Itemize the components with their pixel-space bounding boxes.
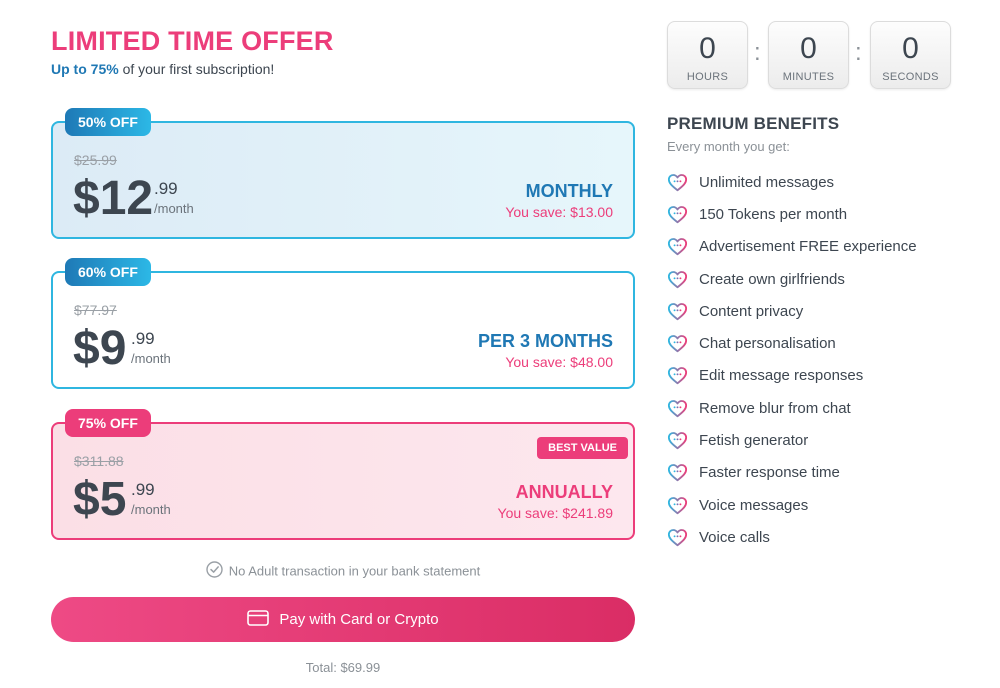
benefit-label: Advertisement FREE experience <box>699 238 917 256</box>
timer-hours: 0 HOURS <box>667 21 748 89</box>
plan-period: MONTHLY <box>525 181 613 201</box>
timer-minutes-value: 0 <box>800 32 817 65</box>
heart-chat-icon <box>667 399 688 418</box>
offer-title: LIMITED TIME OFFER <box>51 26 334 56</box>
price-cents: .99 <box>154 179 178 198</box>
benefit-item: Chat personalisation <box>667 327 987 359</box>
plan-savings: You save: $241.89 <box>497 505 613 521</box>
benefit-item: Edit message responses <box>667 360 987 392</box>
timer-minutes: 0 MINUTES <box>768 21 849 89</box>
benefit-label: Voice messages <box>699 496 809 514</box>
pay-button-label: Pay with Card or Crypto <box>279 611 439 628</box>
offer-subtitle: Up to 75% of your first subscription! <box>51 61 274 77</box>
plan-savings: You save: $48.00 <box>505 354 613 370</box>
timer-seconds-value: 0 <box>902 32 919 65</box>
check-circle-icon <box>206 561 223 581</box>
benefit-item: Advertisement FREE experience <box>667 231 987 263</box>
benefit-label: 150 Tokens per month <box>699 205 848 223</box>
benefit-label: Voice calls <box>699 528 770 546</box>
price-whole: $12 <box>73 172 154 225</box>
heart-chat-icon <box>667 431 688 450</box>
timer-minutes-label: MINUTES <box>782 71 835 83</box>
countdown-timer: 0 HOURS : 0 MINUTES : 0 SECONDS <box>667 21 951 89</box>
benefit-item: Faster response time <box>667 457 987 489</box>
offer-subtitle-highlight: Up to 75% <box>51 61 119 77</box>
price-per: /month <box>131 351 171 366</box>
best-value-badge: BEST VALUE <box>537 437 628 459</box>
benefits-subtitle: Every month you get: <box>667 139 790 154</box>
discount-badge: 50% OFF <box>65 108 151 136</box>
plan-savings: You save: $13.00 <box>505 204 613 220</box>
benefit-item: Create own girlfriends <box>667 263 987 295</box>
timer-hours-label: HOURS <box>686 71 729 83</box>
price-whole: $5 <box>73 473 127 526</box>
heart-chat-icon <box>667 237 688 256</box>
old-price: $77.97 <box>74 302 117 318</box>
order-total: Total: $69.99 <box>305 660 381 675</box>
benefit-label: Unlimited messages <box>699 173 835 191</box>
plan-period: PER 3 MONTHS <box>477 331 613 351</box>
timer-separator: : <box>754 39 761 66</box>
discount-badge: 75% OFF <box>65 409 151 437</box>
heart-chat-icon <box>667 205 688 224</box>
price-cents: .99 <box>131 329 155 348</box>
plan-period: ANNUALLY <box>515 482 613 502</box>
privacy-notice: No Adult transaction in your bank statem… <box>51 561 635 581</box>
timer-separator: : <box>855 39 862 66</box>
plan-card-3-months[interactable]: 60% OFF $77.97 $9 .99 /month PER 3 MONTH… <box>51 258 635 389</box>
heart-chat-icon <box>667 334 688 353</box>
timer-hours-value: 0 <box>699 32 716 65</box>
benefit-label: Chat personalisation <box>699 335 836 353</box>
price-whole: $9 <box>73 322 127 375</box>
benefit-label: Create own girlfriends <box>699 270 845 288</box>
price-per: /month <box>131 502 171 517</box>
benefit-label: Fetish generator <box>699 432 809 450</box>
pay-button[interactable]: Pay with Card or Crypto <box>51 597 635 642</box>
heart-chat-icon <box>667 463 688 482</box>
old-price: $25.99 <box>74 152 117 168</box>
plan-card-annually[interactable]: 75% OFF BEST VALUE $311.88 $5 .99 /month… <box>51 409 635 540</box>
benefit-item: 150 Tokens per month <box>667 198 987 230</box>
heart-chat-icon <box>667 302 688 321</box>
timer-seconds-label: SECONDS <box>882 71 939 83</box>
heart-chat-icon <box>667 366 688 385</box>
benefit-item: Content privacy <box>667 295 987 327</box>
benefit-label: Remove blur from chat <box>699 399 851 417</box>
benefit-item: Voice messages <box>667 489 987 521</box>
benefit-label: Faster response time <box>699 464 840 482</box>
benefits-title: PREMIUM BENEFITS <box>667 114 840 133</box>
heart-chat-icon <box>667 173 688 192</box>
credit-card-icon <box>247 609 270 630</box>
heart-chat-icon <box>667 528 688 547</box>
discount-badge: 60% OFF <box>65 258 151 286</box>
benefit-item: Unlimited messages <box>667 166 987 198</box>
benefit-label: Content privacy <box>699 302 804 320</box>
offer-subtitle-rest: of your first subscription! <box>118 61 275 77</box>
old-price: $311.88 <box>74 453 124 469</box>
heart-chat-icon <box>667 496 688 515</box>
privacy-notice-text: No Adult transaction in your bank statem… <box>228 563 481 579</box>
benefit-item: Fetish generator <box>667 424 987 456</box>
timer-seconds: 0 SECONDS <box>870 21 951 89</box>
price-cents: .99 <box>131 480 155 499</box>
plan-card-monthly[interactable]: 50% OFF $25.99 $12 .99 /month MONTHLY Yo… <box>51 108 635 239</box>
benefits-list: Unlimited messages 150 Tokens per month Ad… <box>667 166 987 554</box>
benefit-label: Edit message responses <box>699 367 864 385</box>
benefit-item: Remove blur from chat <box>667 392 987 424</box>
price-per: /month <box>154 201 194 216</box>
benefit-item: Voice calls <box>667 521 987 553</box>
heart-chat-icon <box>667 270 688 289</box>
